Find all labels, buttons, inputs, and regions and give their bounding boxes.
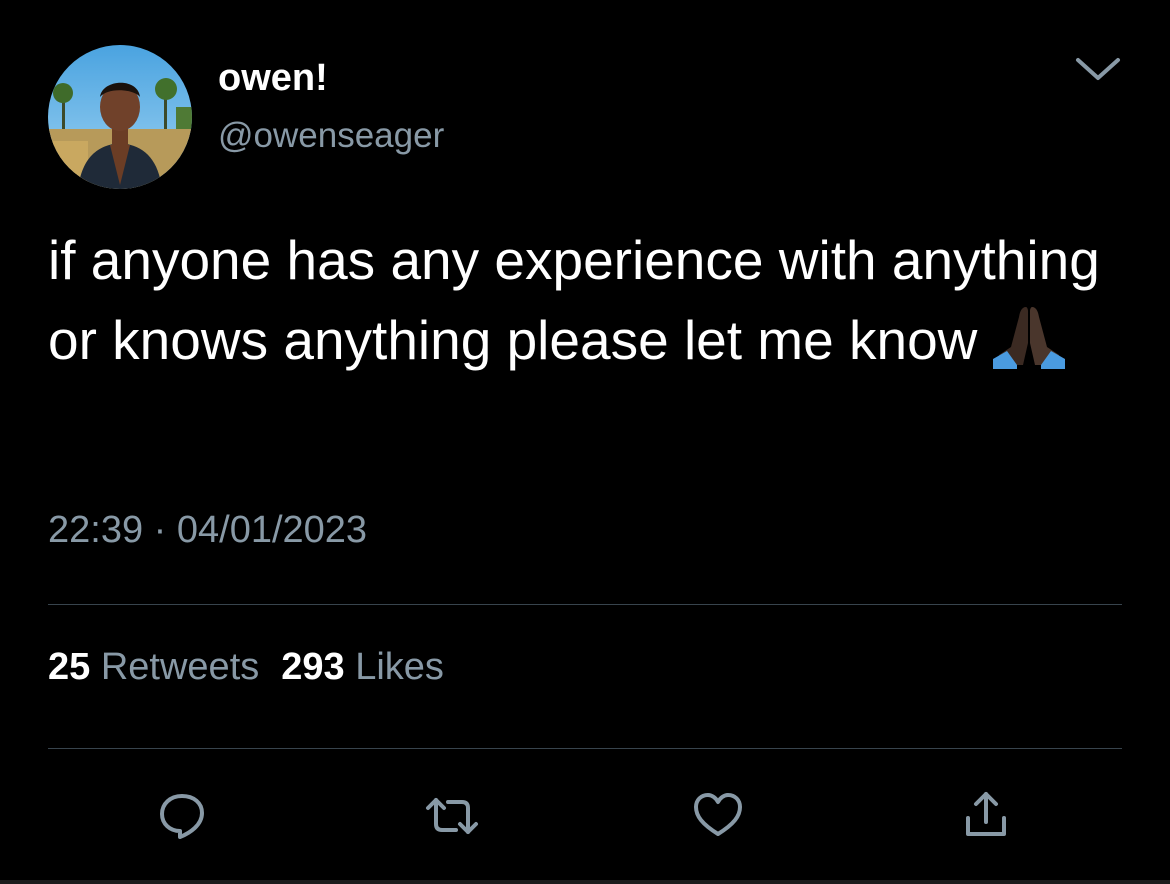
tweet-body: if anyone has any experience with anythi… <box>48 229 1100 371</box>
tweet-date: 04/01/2023 <box>176 509 368 551</box>
like-label: Likes <box>355 646 444 688</box>
tweet-time: 22:39 <box>48 509 144 551</box>
divider <box>48 604 1122 605</box>
share-button[interactable] <box>960 790 1012 842</box>
retweet-count: 25 <box>48 646 91 688</box>
retweet-button[interactable] <box>424 790 478 842</box>
avatar[interactable] <box>48 45 192 189</box>
bottom-edge <box>0 880 1170 884</box>
likes-stat[interactable]: 293 Likes <box>281 646 444 688</box>
reply-bubble-icon <box>160 794 204 839</box>
retweet-label: Retweets <box>100 646 260 688</box>
chevron-down-icon[interactable] <box>1068 46 1128 92</box>
like-button[interactable] <box>692 790 744 842</box>
tweet-timestamp[interactable]: 22:39 · 04/01/2023 <box>48 506 367 554</box>
tweet-stats: 25 Retweets 293 Likes <box>48 643 444 691</box>
folded-hands-icon <box>992 303 1065 369</box>
retweets-stat[interactable]: 25 Retweets <box>48 646 259 688</box>
reply-button[interactable] <box>156 790 208 842</box>
user-handle[interactable]: @owenseager <box>218 114 444 158</box>
share-icon <box>966 792 1006 836</box>
timestamp-separator: · <box>153 509 167 551</box>
retweet-icon <box>426 798 478 834</box>
profile-photo <box>48 45 192 189</box>
tweet-text: if anyone has any experience with anythi… <box>48 220 1128 380</box>
divider <box>48 748 1122 749</box>
heart-icon <box>694 793 742 836</box>
like-count: 293 <box>281 646 345 688</box>
display-name[interactable]: owen! <box>218 56 328 100</box>
